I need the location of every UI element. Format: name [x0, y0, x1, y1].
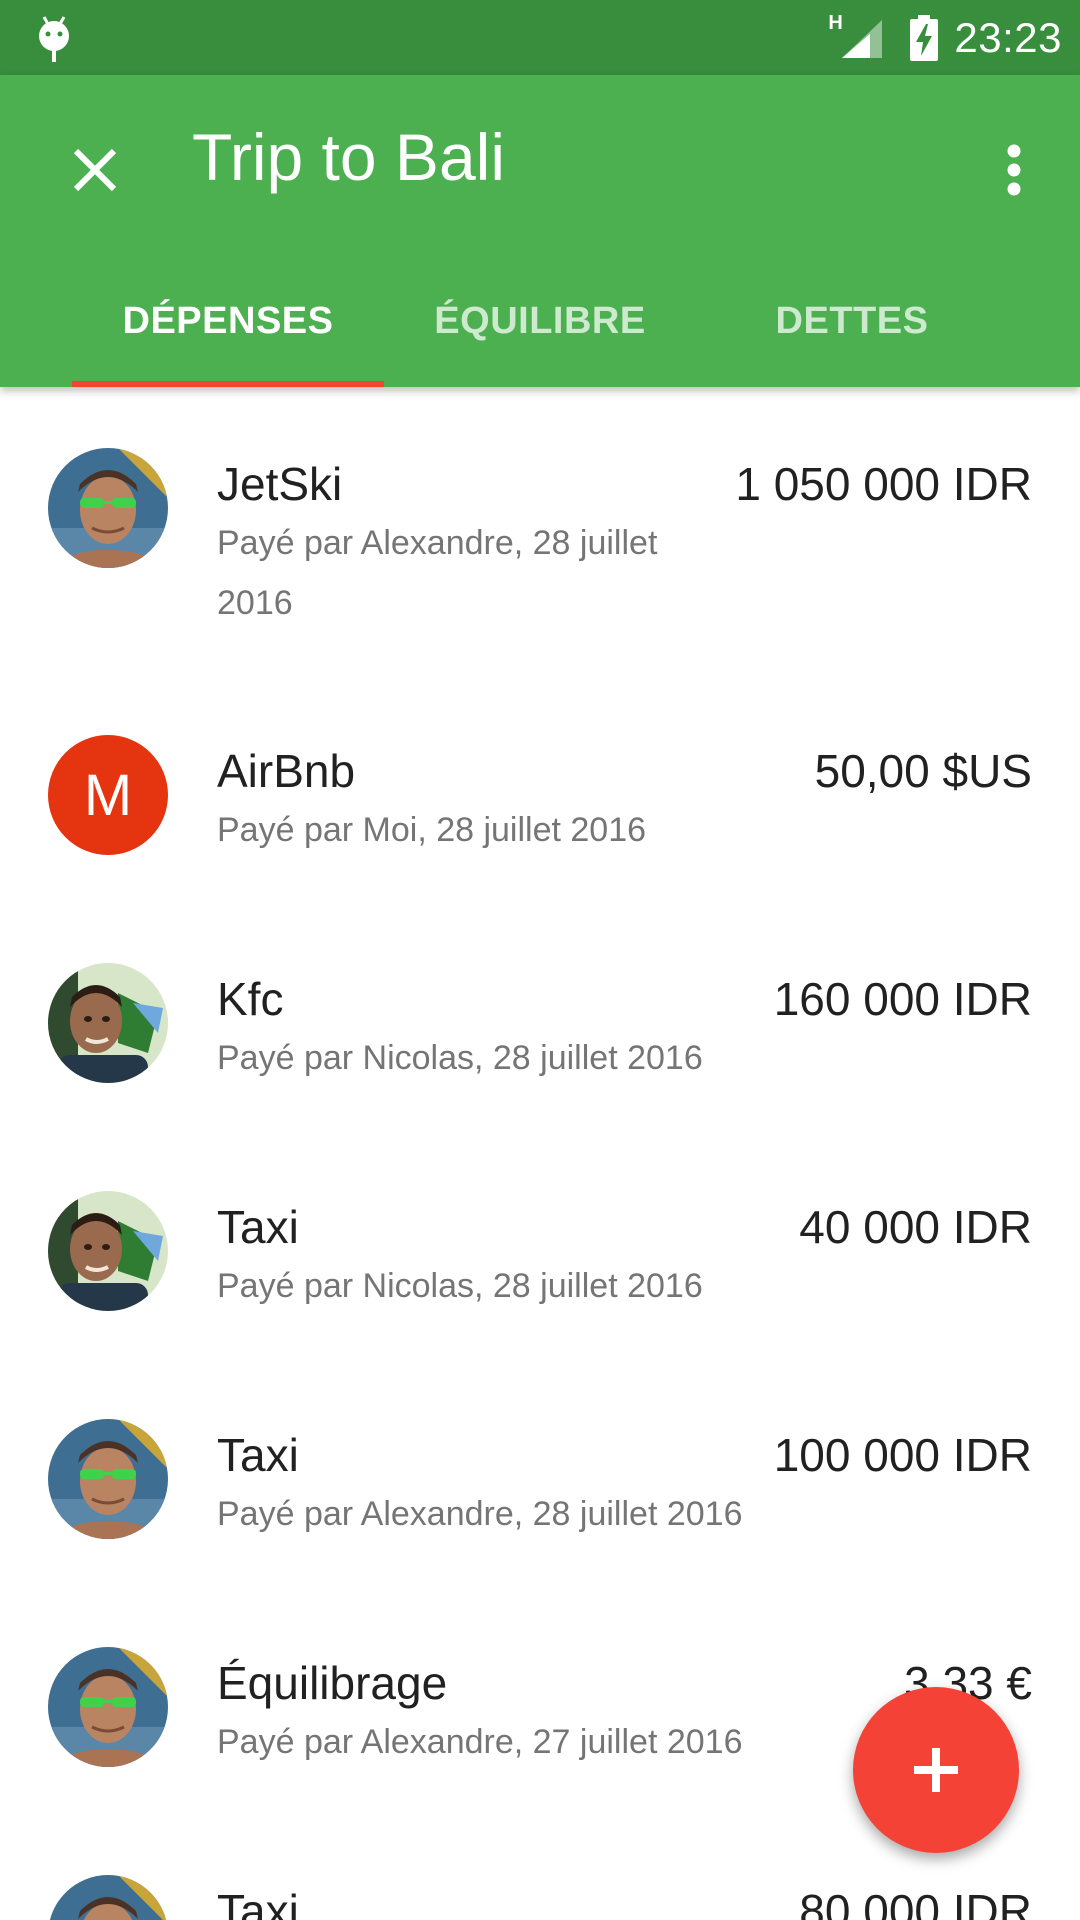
expense-amount: 40 000 IDR	[799, 1201, 1032, 1253]
android-icon	[39, 16, 69, 62]
avatar	[48, 1419, 168, 1539]
close-icon	[73, 148, 117, 192]
tab-depenses[interactable]: DÉPENSES	[72, 255, 384, 387]
expense-amount: 1 050 000 IDR	[735, 458, 1032, 510]
avatar	[48, 1191, 168, 1311]
expense-amount: 80 000 IDR	[799, 1885, 1032, 1920]
clock: 23:23	[954, 13, 1062, 61]
avatar	[48, 1647, 168, 1767]
signal-icon: H	[828, 12, 890, 62]
battery-charging-icon	[910, 14, 939, 61]
expense-title: JetSki	[217, 458, 343, 510]
more-options-button[interactable]	[984, 130, 1044, 210]
add-icon	[914, 1748, 958, 1792]
expense-amount: 100 000 IDR	[773, 1429, 1032, 1481]
avatar: M	[48, 735, 168, 855]
page-title: Trip to Bali	[192, 120, 505, 194]
more-vert-icon	[1007, 144, 1021, 196]
list-item[interactable]: M AirBnb Payé par Moi, 28 juillet 2016 5…	[0, 615, 1080, 855]
list-item[interactable]: JetSki Payé par Alexandre, 28 juillet 20…	[0, 387, 1080, 622]
avatar	[48, 448, 168, 568]
list-item[interactable]: Taxi Payé par Nicolas, 28 juillet 2016 4…	[0, 1071, 1080, 1299]
expense-title: AirBnb	[217, 745, 356, 797]
close-button[interactable]	[60, 135, 130, 205]
expense-title: Équilibrage	[217, 1657, 448, 1709]
list-item[interactable]: Kfc Payé par Nicolas, 28 juillet 2016 16…	[0, 843, 1080, 1071]
avatar	[48, 963, 168, 1083]
expense-title: Kfc	[217, 973, 284, 1025]
tab-bar: DÉPENSES ÉQUILIBRE DETTES	[0, 255, 1080, 387]
tab-indicator	[72, 381, 384, 387]
expense-amount: 50,00 $US	[814, 745, 1032, 797]
tab-equilibre[interactable]: ÉQUILIBRE	[384, 255, 696, 387]
expense-title: Taxi	[217, 1885, 299, 1920]
tab-dettes[interactable]: DETTES	[696, 255, 1008, 387]
status-bar: H 23:23	[0, 0, 1080, 75]
app-bar: Trip to Bali DÉPENSES ÉQUILIBRE DETTES	[0, 75, 1080, 387]
add-expense-button[interactable]	[853, 1687, 1019, 1853]
avatar	[48, 1875, 168, 1920]
expense-amount: 160 000 IDR	[773, 973, 1032, 1025]
expense-title: Taxi	[217, 1201, 299, 1253]
expense-title: Taxi	[217, 1429, 299, 1481]
list-item[interactable]: Taxi Payé par Alexandre, 28 juillet 2016…	[0, 1299, 1080, 1527]
